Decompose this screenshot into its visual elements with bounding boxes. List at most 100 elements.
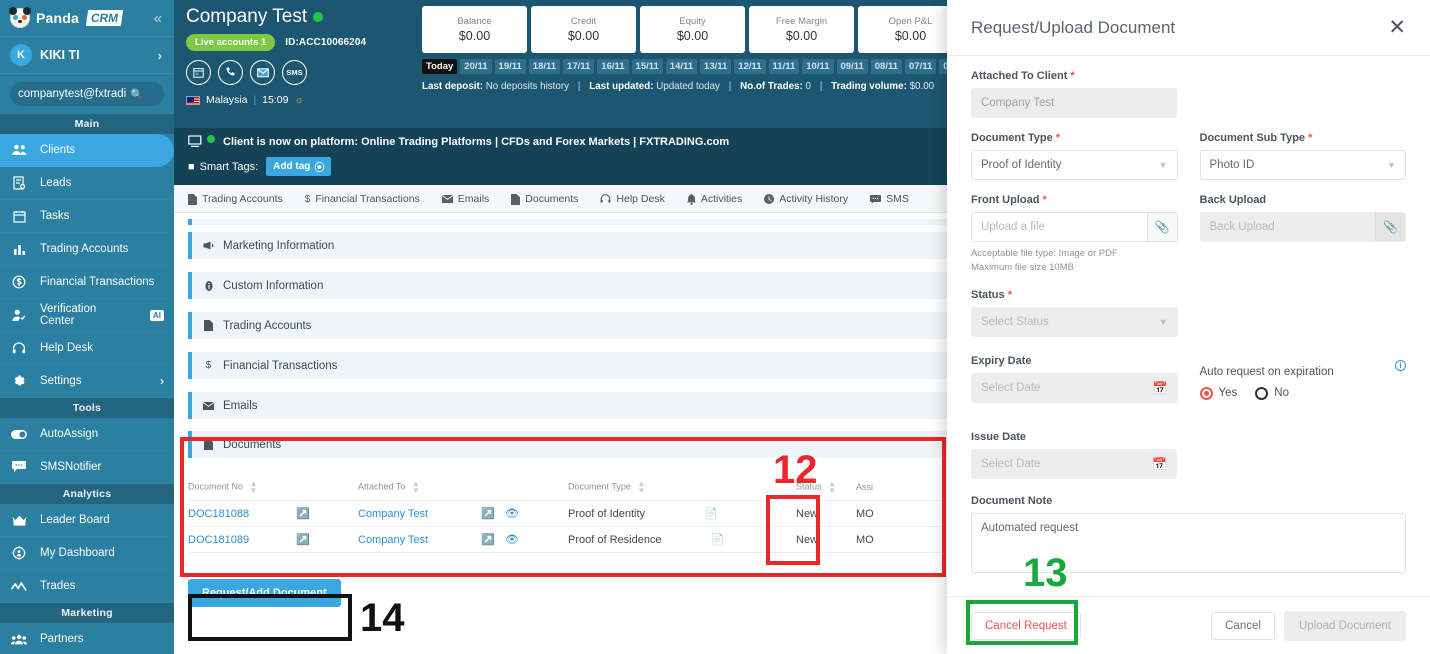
info-icon[interactable]: i (1395, 359, 1406, 371)
search-icon[interactable]: 🔍 (130, 88, 144, 101)
date-pill[interactable]: 20/11 (460, 59, 492, 74)
sms-icon[interactable]: SMS (282, 60, 307, 85)
external-link-icon[interactable]: ↗️ (296, 508, 310, 520)
calendar-icon[interactable]: 📅 (1153, 381, 1168, 395)
modal-footer: Cancel Request Cancel Upload Document (947, 596, 1430, 654)
document-search-icon[interactable]: 📄 (711, 534, 725, 546)
issue-date-input[interactable]: Select Date 📅 (971, 448, 1177, 479)
paperclip-icon[interactable]: 📎 (1146, 213, 1177, 241)
external-link-icon[interactable]: ↗️ (296, 534, 310, 546)
date-pill[interactable]: 12/11 (734, 59, 766, 74)
sidebar-item-smsnotifier[interactable]: SMSNotifier (0, 451, 174, 484)
tab-documents[interactable]: Documents (511, 191, 590, 207)
date-pill[interactable]: 17/11 (563, 59, 595, 74)
date-pill[interactable]: 14/11 (665, 59, 698, 74)
phone-icon[interactable] (218, 60, 243, 85)
column-document-type[interactable]: Document Type ▲ ▼ (568, 480, 796, 501)
add-tag-button[interactable]: Add tag ⦿ (266, 157, 332, 176)
users-icon (10, 144, 28, 156)
group-icon (10, 634, 28, 645)
sidebar-item-clients[interactable]: Clients (0, 134, 174, 167)
column-document-no[interactable]: Document No ▲ ▼ (188, 480, 358, 501)
sidebar-item-tasks[interactable]: Tasks (0, 200, 174, 233)
document-type-select[interactable]: Proof of Identity ▼ (971, 150, 1178, 180)
date-pill[interactable]: 07/11 (905, 59, 937, 74)
brand-logo[interactable]: Panda CRM « (0, 0, 174, 36)
sidebar-item-verification-center[interactable]: Verification Center AI (0, 299, 174, 332)
date-pill[interactable]: 15/11 (631, 59, 663, 74)
chevron-double-left-icon[interactable]: « (154, 10, 162, 27)
chevron-right-icon[interactable]: › (158, 48, 162, 63)
sidebar-item-help-desk[interactable]: Help Desk (0, 332, 174, 365)
expiry-date-input[interactable]: Select Date 📅 (971, 372, 1178, 403)
sort-icon[interactable]: ▲ ▼ (637, 480, 645, 495)
sidebar-item-partners[interactable]: Partners (0, 623, 174, 654)
sidebar-item-financial-transactions[interactable]: Financial Transactions (0, 266, 174, 299)
sidebar-item-label: Settings (40, 375, 82, 387)
external-link-icon[interactable]: ↗️ (481, 508, 495, 520)
date-pill[interactable]: 11/11 (768, 59, 800, 74)
column-attached-to[interactable]: Attached To ▲ ▼ (358, 480, 568, 501)
request-add-document-button[interactable]: Request/Add Document (188, 579, 341, 607)
cancel-request-button[interactable]: Cancel Request (971, 611, 1081, 640)
tab-help-desk[interactable]: Help Desk (600, 191, 676, 207)
calendar-icon[interactable]: 📅 (1152, 457, 1167, 471)
search-input[interactable]: companytest@fxtradi 🔍 (10, 82, 164, 106)
date-pill[interactable]: 19/11 (494, 59, 526, 74)
tab-activity-history[interactable]: Activity History (764, 191, 860, 207)
sidebar-user[interactable]: K KIKI TI › (0, 36, 174, 74)
cancel-button[interactable]: Cancel (1211, 611, 1275, 640)
sort-icon[interactable]: ▲ ▼ (828, 480, 836, 495)
radio-yes[interactable]: Yes (1199, 386, 1237, 400)
tab-financial-transactions[interactable]: $ Financial Transactions (305, 191, 432, 207)
chevron-down-icon: ▼ (1158, 160, 1168, 170)
chevron-right-icon[interactable]: › (160, 374, 164, 388)
eye-icon[interactable]: 👁 (505, 508, 519, 520)
calendar-icon[interactable] (186, 60, 211, 85)
sms-bubble-icon (870, 194, 882, 204)
document-no-link[interactable]: DOC181088 (188, 508, 249, 520)
date-pill[interactable]: 16/11 (597, 59, 629, 74)
tab-trading-accounts[interactable]: Trading Accounts (188, 191, 295, 207)
auto-request-radio-group: Yes No (1199, 386, 1407, 400)
date-pill[interactable]: 18/11 (528, 59, 561, 74)
back-upload-input[interactable]: Back Upload 📎 (1199, 212, 1406, 242)
front-upload-input[interactable]: Upload a file 📎 (971, 212, 1178, 242)
date-pill[interactable]: 13/11 (700, 59, 732, 74)
attached-to-client-input: Company Test (971, 88, 1177, 118)
date-pill[interactable]: 10/11 (802, 59, 834, 74)
sidebar-item-settings[interactable]: Settings › (0, 365, 174, 398)
tab-sms[interactable]: SMS (870, 191, 921, 207)
sidebar-item-autoassign[interactable]: AutoAssign (0, 418, 174, 451)
sort-icon[interactable]: ▲ ▼ (412, 480, 420, 495)
document-search-icon[interactable]: 📄 (704, 508, 718, 520)
sidebar-item-trades[interactable]: Trades (0, 570, 174, 603)
sidebar-item-trading-accounts[interactable]: Trading Accounts (0, 233, 174, 266)
attached-to-link[interactable]: Company Test (358, 508, 428, 520)
date-pill[interactable]: 08/11 (870, 59, 903, 74)
sidebar-item-leader-board[interactable]: Leader Board (0, 504, 174, 537)
date-pill[interactable]: 09/11 (836, 59, 868, 74)
tab-activities[interactable]: Activities (686, 191, 754, 207)
stat-card: Equity $0.00 (640, 6, 745, 53)
sidebar-item-my-dashboard[interactable]: My Dashboard (0, 537, 174, 570)
documents-title: Documents (223, 438, 282, 451)
date-pill-today[interactable]: Today (422, 59, 458, 74)
document-no-link[interactable]: DOC181089 (188, 534, 249, 546)
stat-card: Balance $0.00 (422, 6, 527, 53)
tab-emails[interactable]: Emails (441, 191, 502, 207)
envelope-icon (441, 195, 453, 203)
document-sub-type-select[interactable]: Photo ID ▼ (1199, 150, 1406, 180)
row-document-types: Document Type * Proof of Identity ▼ Docu… (971, 132, 1406, 194)
sort-icon[interactable]: ▲ ▼ (250, 480, 258, 495)
eye-icon[interactable]: 👁 (505, 534, 519, 546)
radio-no[interactable]: No (1255, 386, 1289, 400)
attached-to-link[interactable]: Company Test (358, 534, 428, 546)
status-select[interactable]: Select Status ▼ (971, 306, 1178, 337)
external-link-icon[interactable]: ↗️ (481, 534, 495, 546)
email-icon[interactable] (250, 60, 275, 85)
sidebar-item-leads[interactable]: Leads (0, 167, 174, 200)
assignee-value: MO (856, 507, 874, 520)
paperclip-icon[interactable]: 📎 (1375, 213, 1405, 241)
close-icon[interactable]: ✕ (1388, 17, 1406, 38)
